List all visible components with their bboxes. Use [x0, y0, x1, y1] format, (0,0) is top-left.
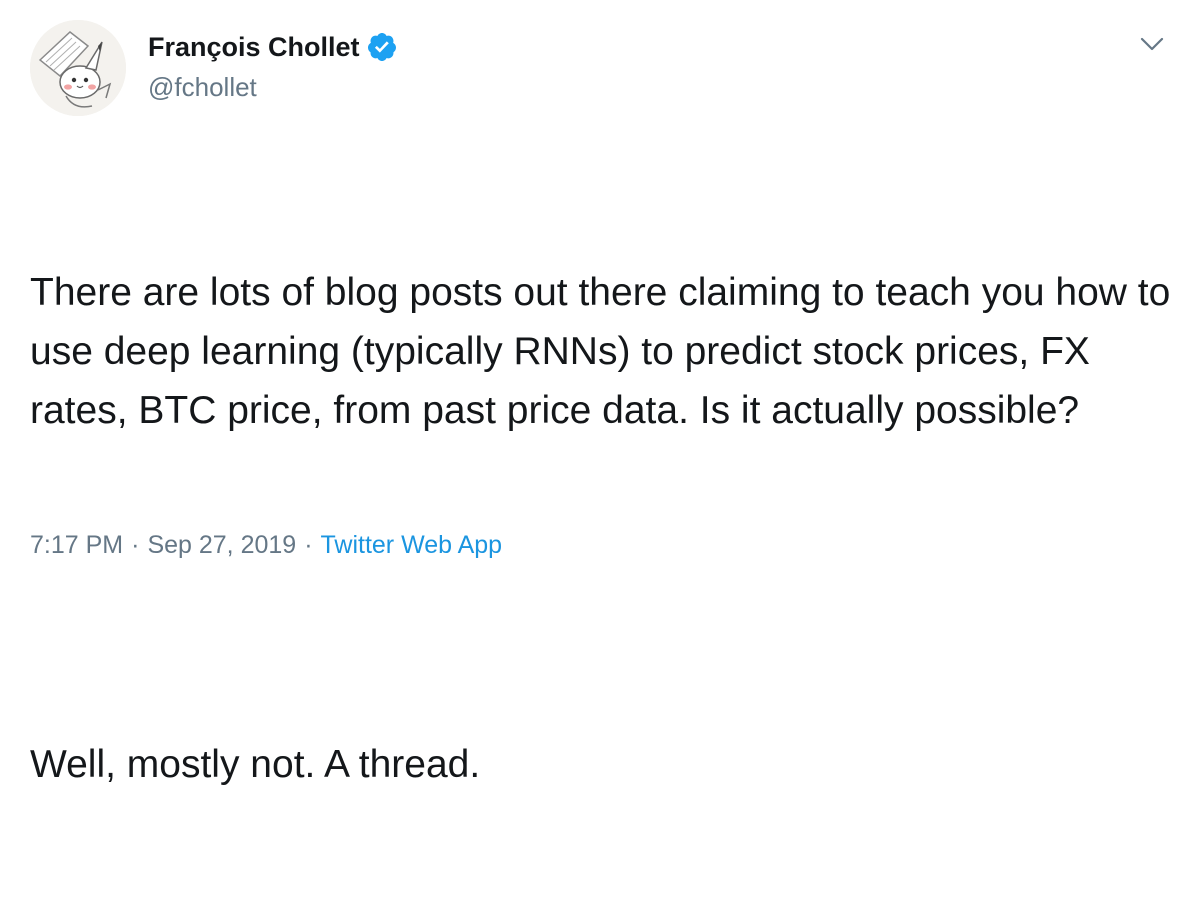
- tweet-text: There are lots of blog posts out there c…: [30, 145, 1180, 912]
- tweet-metadata: 7:17 PM · Sep 27, 2019 · Twitter Web App: [30, 531, 502, 560]
- meta-separator: ·: [304, 531, 313, 559]
- tweet-date[interactable]: Sep 27, 2019: [147, 531, 296, 560]
- display-name[interactable]: François Chollet: [148, 32, 360, 63]
- author-handle[interactable]: @fchollet: [148, 72, 257, 103]
- tweet-time[interactable]: 7:17 PM: [30, 531, 123, 560]
- verified-badge-icon: [366, 31, 398, 63]
- meta-separator: ·: [131, 531, 140, 559]
- tweet-paragraph: Well, mostly not. A thread.: [30, 743, 481, 786]
- tweet-paragraph: There are lots of blog posts out there c…: [30, 271, 1182, 432]
- tweet-source-link[interactable]: Twitter Web App: [321, 531, 503, 560]
- author-name-row[interactable]: François Chollet: [148, 30, 398, 64]
- tweet-card: François Chollet @fchollet There are lot…: [0, 0, 1200, 786]
- chevron-down-icon[interactable]: [1138, 32, 1166, 56]
- avatar[interactable]: [30, 20, 126, 116]
- avatar-illustration: [30, 20, 126, 116]
